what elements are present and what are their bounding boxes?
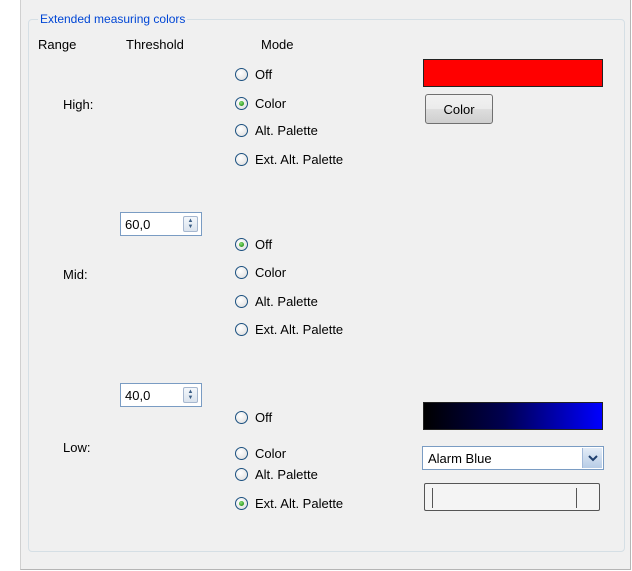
- radio-off-icon: [235, 410, 248, 424]
- radio-on-icon: [235, 237, 248, 251]
- high-color-button[interactable]: Color: [425, 94, 493, 124]
- spin-down-icon: ▼: [187, 395, 194, 401]
- radio-label: Alt. Palette: [255, 466, 318, 482]
- low-mode-off-radio[interactable]: Off: [235, 408, 272, 426]
- radio-label: Ext. Alt. Palette: [255, 321, 344, 337]
- low-gradient-swatch[interactable]: [423, 402, 603, 430]
- mid-mode-off-radio[interactable]: Off: [235, 235, 272, 253]
- radio-off-icon: [235, 152, 248, 166]
- mid-mode-ext-alt-palette-radio[interactable]: Ext. Alt. Palette: [235, 320, 343, 338]
- radio-off-icon: [235, 67, 248, 81]
- radio-label: Color: [255, 95, 287, 111]
- high-range-label: High:: [63, 97, 94, 112]
- palette-select-value: Alarm Blue: [428, 451, 492, 466]
- spin-buttons[interactable]: ▲ ▼: [183, 216, 198, 232]
- low-mode-color-radio[interactable]: Color: [235, 444, 286, 462]
- low-mode-ext-alt-palette-radio[interactable]: Ext. Alt. Palette: [235, 494, 343, 512]
- radio-label: Alt. Palette: [255, 293, 318, 309]
- high-color-swatch[interactable]: [423, 59, 603, 87]
- extended-colors-groupbox: [28, 19, 625, 552]
- groupbox-title: Extended measuring colors: [38, 12, 188, 26]
- range-header: Range: [38, 37, 77, 52]
- radio-off-icon: [235, 294, 248, 308]
- high-mode-color-radio[interactable]: Color: [235, 94, 286, 112]
- high-mode-alt-palette-radio[interactable]: Alt. Palette: [235, 121, 318, 139]
- radio-on-icon: [235, 496, 248, 510]
- radio-label: Off: [255, 236, 273, 252]
- mid-threshold-spinbox[interactable]: 60,0 ▲ ▼: [120, 212, 202, 236]
- radio-label: Off: [255, 66, 273, 82]
- low-threshold-value: 40,0: [125, 388, 151, 403]
- radio-on-icon: [235, 96, 248, 110]
- high-mode-ext-alt-palette-radio[interactable]: Ext. Alt. Palette: [235, 150, 343, 168]
- mode-header: Mode: [261, 37, 294, 52]
- radio-label: Ext. Alt. Palette: [255, 495, 344, 511]
- mid-threshold-value: 60,0: [125, 217, 151, 232]
- palette-range-slider[interactable]: [424, 483, 600, 511]
- radio-off-icon: [235, 123, 248, 137]
- radio-off-icon: [235, 446, 248, 460]
- radio-label: Off: [255, 409, 273, 425]
- mid-mode-alt-palette-radio[interactable]: Alt. Palette: [235, 292, 318, 310]
- mid-range-label: Mid:: [63, 267, 88, 282]
- low-mode-alt-palette-radio[interactable]: Alt. Palette: [235, 465, 318, 483]
- radio-off-icon: [235, 265, 248, 279]
- high-mode-off-radio[interactable]: Off: [235, 65, 272, 83]
- radio-off-icon: [235, 467, 248, 481]
- spin-buttons[interactable]: ▲ ▼: [183, 387, 198, 403]
- radio-label: Color: [255, 264, 287, 280]
- mid-mode-color-radio[interactable]: Color: [235, 263, 286, 281]
- slider-left-handle[interactable]: [432, 488, 433, 508]
- threshold-header: Threshold: [126, 37, 184, 52]
- slider-right-handle[interactable]: [576, 488, 577, 508]
- low-range-label: Low:: [63, 440, 91, 455]
- low-threshold-spinbox[interactable]: 40,0 ▲ ▼: [120, 383, 202, 407]
- chevron-down-icon[interactable]: [582, 448, 602, 468]
- radio-off-icon: [235, 322, 248, 336]
- spin-down-icon: ▼: [187, 224, 194, 230]
- radio-label: Color: [255, 445, 287, 461]
- radio-label: Alt. Palette: [255, 122, 318, 138]
- low-palette-select[interactable]: Alarm Blue: [422, 446, 604, 470]
- radio-label: Ext. Alt. Palette: [255, 151, 344, 167]
